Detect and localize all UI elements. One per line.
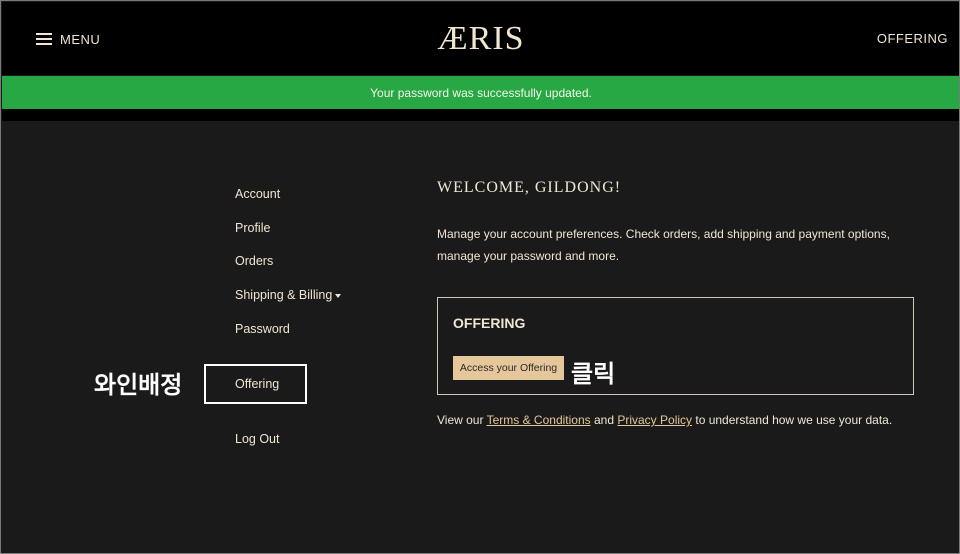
header-offering-link[interactable]: OFFERING <box>877 31 948 46</box>
sidebar-item-account[interactable]: Account <box>235 187 280 201</box>
sidebar-item-shipping-billing[interactable]: Shipping & Billing <box>235 288 342 302</box>
access-offering-button[interactable]: Access your Offering <box>453 356 564 380</box>
logo[interactable]: ÆRIS <box>2 20 959 58</box>
offering-card-title: OFFERING <box>453 315 526 331</box>
sidebar-item-orders[interactable]: Orders <box>235 254 273 268</box>
legal-notice: View our Terms & Conditions and Privacy … <box>437 413 892 427</box>
sidebar-item-offering[interactable]: Offering <box>235 377 279 391</box>
offering-card: OFFERING Access your Offering 클릭 <box>437 297 914 395</box>
account-description: Manage your account preferences. Check o… <box>437 227 890 263</box>
page-title: WELCOME, GILDONG! <box>437 179 622 196</box>
annotation-wine-allocation: 와인배정 <box>94 372 183 399</box>
sidebar-item-logout[interactable]: Log Out <box>235 432 279 446</box>
success-message: Your password was successfully updated. <box>370 85 592 100</box>
annotation-click: 클릭 <box>571 361 616 388</box>
sidebar-item-password[interactable]: Password <box>235 322 290 336</box>
legal-middle: and <box>590 413 618 427</box>
legal-prefix: View our <box>437 413 487 427</box>
sidebar-item-profile[interactable]: Profile <box>235 221 270 235</box>
top-bar: MENU ÆRIS OFFERING <box>2 2 959 75</box>
caret-down-icon <box>335 293 342 298</box>
banner-divider <box>2 109 959 121</box>
sidebar-item-label: Shipping & Billing <box>235 288 333 302</box>
privacy-link[interactable]: Privacy Policy <box>617 413 692 427</box>
page-frame: MENU ÆRIS OFFERING Your password was suc… <box>0 0 960 554</box>
terms-link[interactable]: Terms & Conditions <box>487 413 591 427</box>
success-banner: Your password was successfully updated. <box>2 76 959 109</box>
legal-suffix: to understand how we use your data. <box>692 413 893 427</box>
